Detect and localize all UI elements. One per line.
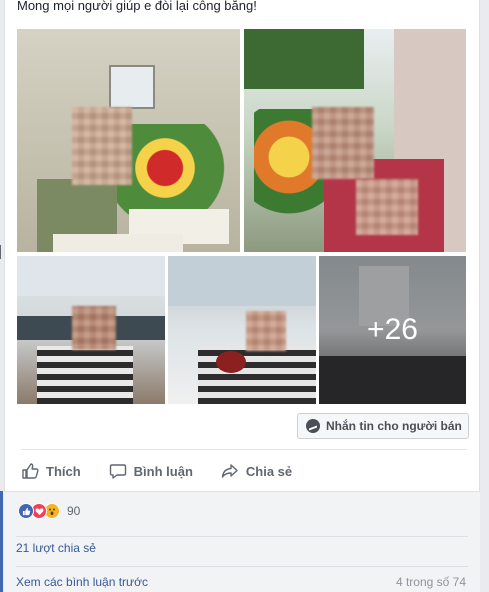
share-label: Chia sẻ (245, 463, 293, 479)
reaction-summary[interactable]: 90 (18, 503, 80, 519)
share-button[interactable]: Chia sẻ (221, 458, 292, 484)
like-label: Thích (46, 463, 81, 479)
divider (21, 449, 467, 450)
comment-button[interactable]: Bình luận (109, 458, 193, 484)
post-caption: Mong mọi người giúp e đòi lại công bằng! (17, 0, 257, 13)
photo-2[interactable] (244, 29, 466, 252)
scroll-edge (0, 245, 3, 259)
more-photos-count: +26 (319, 256, 466, 404)
comment-label: Bình luận (133, 463, 193, 479)
comment-pager: 4 trong số 74 (395, 575, 466, 589)
message-seller-label: Nhắn tin cho người bán (326, 419, 462, 433)
photo-4[interactable] (168, 256, 316, 404)
focus-accent (0, 491, 3, 592)
share-icon (221, 462, 239, 480)
like-button[interactable]: Thích (21, 458, 81, 484)
like-icon (18, 503, 34, 519)
photo-1[interactable] (17, 29, 240, 252)
thumbs-up-icon (21, 462, 39, 480)
share-count-link[interactable]: 21 lượt chia sẻ (16, 541, 96, 555)
photo-3[interactable] (17, 256, 165, 404)
message-seller-button[interactable]: Nhắn tin cho người bán (297, 413, 469, 439)
reactions-section: 90 21 lượt chia sẻ Xem các bình luận trư… (4, 491, 480, 592)
view-previous-comments-link[interactable]: Xem các bình luận trước (16, 575, 148, 589)
photo-5[interactable]: +26 (319, 256, 466, 404)
divider (16, 536, 468, 537)
divider (16, 566, 468, 567)
post-actions: Thích Bình luận Chia sẻ (21, 458, 320, 484)
comment-icon (109, 462, 127, 480)
reaction-count: 90 (67, 504, 81, 518)
messenger-icon (306, 419, 320, 433)
